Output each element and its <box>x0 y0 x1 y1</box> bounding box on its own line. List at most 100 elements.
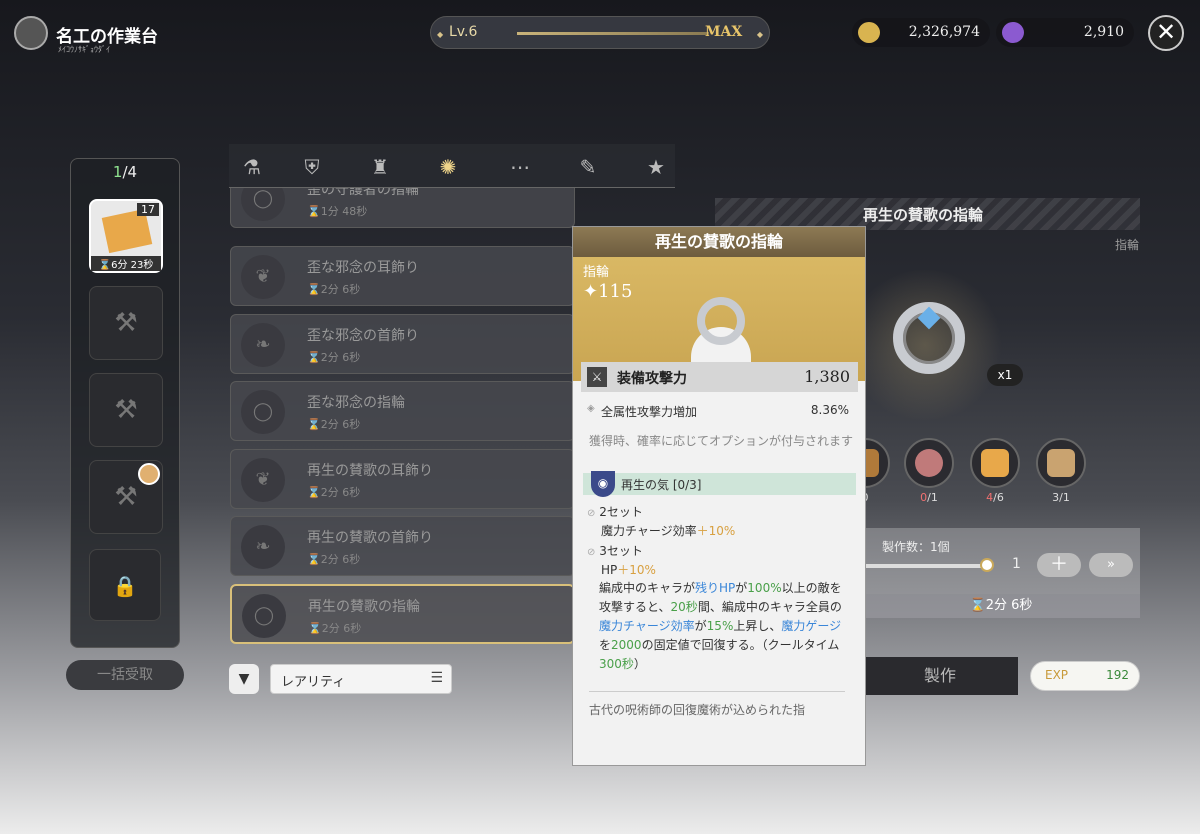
list-item-name: 歪の守護者の指輪 <box>307 188 419 198</box>
queue-slot-locked[interactable]: 🔒 <box>89 549 161 621</box>
gem-value: 2,910 <box>1083 24 1124 40</box>
tooltip-category: 指輪 <box>583 265 610 280</box>
queue-slot-active[interactable]: 17 ⌛6分 23秒 <box>89 199 163 273</box>
page-subtitle: ﾒｲｺｳﾉｻｷﾞｮｳﾀﾞｲ <box>58 45 110 54</box>
armor-icon[interactable]: ♜ <box>365 152 395 182</box>
tooltip-note: 獲得時、確率に応じてオプションが付与されます <box>589 434 854 448</box>
filter-button[interactable]: ▼ <box>229 664 259 694</box>
sub-stat-name: 全属性攻撃力増加 <box>601 405 698 419</box>
queue-slot-time: ⌛6分 23秒 <box>91 256 161 271</box>
set2-label: ⊘ 2セット <box>587 505 643 519</box>
gem-currency: 2,910 <box>996 18 1134 47</box>
list-item-selected[interactable]: ◯ 再生の賛歌の指輪 ⌛2分 6秒 <box>230 584 575 644</box>
shield-icon[interactable]: ⛨ <box>297 152 327 182</box>
list-item-name: 再生の賛歌の耳飾り <box>307 463 433 479</box>
list-item[interactable]: ❦ 再生の賛歌の耳飾り ⌛2分 6秒 <box>230 449 575 509</box>
accessory-icon[interactable]: ✺ <box>433 152 463 182</box>
sort-order-icon[interactable]: ☰ <box>430 670 443 686</box>
workbench-logo-icon <box>14 16 48 50</box>
bulk-receive-button[interactable]: 一括受取 <box>66 660 184 690</box>
queue-slot-empty[interactable]: ⚒ <box>89 286 163 360</box>
sword-icon: ⚔ <box>587 367 607 387</box>
set-emblem-icon: ◉ <box>591 471 615 497</box>
character-avatar-icon <box>138 463 160 485</box>
craft-button[interactable]: 製作 <box>862 657 1018 695</box>
set2-effect: 魔力チャージ効率＋10% <box>601 524 736 538</box>
queue-slot-count: 17 <box>137 203 159 216</box>
quantity-slider[interactable] <box>862 564 988 568</box>
quantity-badge: x1 <box>987 364 1023 386</box>
material-count: 0/1 <box>920 491 938 504</box>
list-item-time: ⌛2分 6秒 <box>307 418 361 431</box>
list-item-name: 歪な邪念の首飾り <box>307 328 419 344</box>
plus-button[interactable]: ＋ <box>1037 553 1081 577</box>
level-label: Lv.6 <box>449 24 478 40</box>
sort-dropdown[interactable]: レアリティ ☰ <box>270 664 452 694</box>
detail-category: 指輪 <box>1115 238 1140 252</box>
max-button[interactable]: » <box>1089 553 1133 577</box>
material-count: 3/1 <box>1052 491 1070 504</box>
bullet-icon: ⊘ <box>587 508 596 519</box>
list-item[interactable]: ❦ 歪な邪念の耳飾り ⌛2分 6秒 <box>230 246 575 306</box>
category-tabs: ⚗ ⛨ ♜ ✺ ⋯ ✎ ★ <box>229 144 675 188</box>
list-item-time: ⌛2分 6秒 <box>307 283 361 296</box>
item-tooltip: 再生の賛歌の指輪 指輪 ✦115 ⚔ 装備攻撃力 1,380 ◈ 全属性攻撃力増… <box>572 226 866 766</box>
set3-description: 編成中のキャラが残りHPが100%以上の敵を攻撃すると、20秒間、編成中のキャラ… <box>599 581 842 671</box>
set3-hp: HP＋10% <box>601 563 656 577</box>
gold-value: 2,326,974 <box>908 24 980 40</box>
queue-slot-empty[interactable]: ⚒ <box>89 373 163 447</box>
list-item-time: ⌛2分 6秒 <box>307 486 361 499</box>
material-slot[interactable] <box>904 438 954 488</box>
tooltip-lore: 古代の呪術師の回復魔術が込められた指 <box>589 703 806 717</box>
main-stat: ⚔ 装備攻撃力 1,380 <box>581 362 858 392</box>
earring-icon: ❦ <box>241 255 285 299</box>
list-item-name: 再生の賛歌の指輪 <box>308 599 420 615</box>
ring-icon: ◯ <box>241 390 285 434</box>
ring-icon: ◯ <box>241 188 285 221</box>
exp-label: EXP <box>1045 668 1069 682</box>
material-slot[interactable] <box>1036 438 1086 488</box>
star-icon[interactable]: ★ <box>641 152 671 182</box>
necklace-icon: ❧ <box>241 323 285 367</box>
craft-queue: 1/4 17 ⌛6分 23秒 ⚒ ⚒ ⚒ 🔒 <box>70 158 180 648</box>
sort-label: レアリティ <box>281 675 346 690</box>
set-name: 再生の気 [0/3] <box>621 478 702 492</box>
ring-icon <box>697 297 745 345</box>
list-item[interactable]: ◯ 歪な邪念の指輪 ⌛2分 6秒 <box>230 381 575 441</box>
material-count: 4/6 <box>986 491 1004 504</box>
detail-title: 再生の賛歌の指輪 <box>863 206 984 224</box>
list-item-time: ⌛1分 48秒 <box>307 205 368 218</box>
close-button[interactable]: ✕ <box>1148 15 1184 51</box>
lock-icon: 🔒 <box>112 574 138 598</box>
list-item[interactable]: ❧ 歪な邪念の首飾り ⌛2分 6秒 <box>230 314 575 374</box>
ring-icon: ◯ <box>242 594 286 638</box>
set3-label: ⊘ 3セット <box>587 544 643 558</box>
material-slot[interactable] <box>970 438 1020 488</box>
level-max: MAX <box>705 24 743 40</box>
list-item-time: ⌛2分 6秒 <box>308 622 362 635</box>
quantity-slider-knob[interactable] <box>980 558 994 572</box>
ring-scroll-material-icon <box>1047 449 1075 477</box>
potion-icon[interactable]: ⚗ <box>237 152 267 182</box>
level-bar: ◆ Lv.6 MAX ◆ <box>430 16 770 49</box>
list-item[interactable]: ❧ 再生の賛歌の首飾り ⌛2分 6秒 <box>230 516 575 576</box>
bandage-icon[interactable]: ✎ <box>573 152 603 182</box>
recipe-list: ◯ 歪の守護者の指輪 ⌛1分 48秒 ❦ 歪な邪念の耳飾り ⌛2分 6秒 ❧ 歪… <box>230 188 575 648</box>
list-item[interactable]: ◯ 歪の守護者の指輪 ⌛1分 48秒 <box>230 188 575 228</box>
list-item-name: 歪な邪念の指輪 <box>307 395 405 411</box>
plate-material-icon <box>915 449 943 477</box>
gold-coin-icon <box>858 22 880 43</box>
earring-icon: ❦ <box>241 458 285 502</box>
craft-time: ⌛2分 6秒 <box>862 594 1140 618</box>
anvil-icon: ⚒ <box>114 308 138 338</box>
anvil-icon: ⚒ <box>114 395 138 425</box>
close-icon: ✕ <box>1155 18 1177 46</box>
gold-currency: 2,326,974 <box>852 18 990 47</box>
tooltip-power: ✦115 <box>583 281 633 302</box>
craft-count-label: 製作数：1個 <box>882 540 950 554</box>
main-stat-name: 装備攻撃力 <box>617 371 687 387</box>
queue-slot-empty[interactable]: ⚒ <box>89 460 163 534</box>
more-icon[interactable]: ⋯ <box>505 152 535 182</box>
quantity-value: 1 <box>1012 556 1021 572</box>
dot-icon: ◆ <box>437 30 444 39</box>
